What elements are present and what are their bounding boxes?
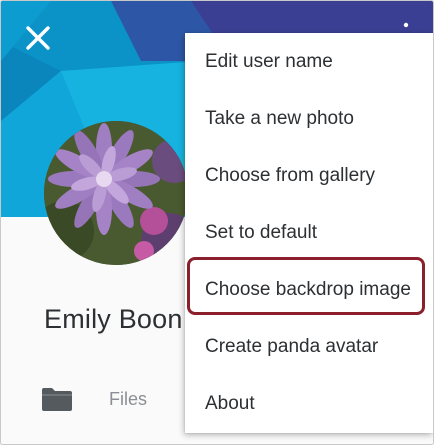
menu-item-choose-backdrop-image[interactable]: Choose backdrop image — [185, 261, 433, 318]
files-label: Files — [109, 388, 148, 409]
menu-item-about[interactable]: About — [185, 375, 433, 432]
avatar[interactable] — [44, 121, 188, 265]
menu-item-take-new-photo[interactable]: Take a new photo — [185, 90, 433, 147]
user-name: Emily Boon — [44, 304, 183, 334]
menu-item-edit-user-name[interactable]: Edit user name — [185, 33, 433, 90]
profile-screen: Emily Boon Files Edit user name Take a n… — [0, 0, 434, 445]
close-button[interactable] — [15, 15, 61, 61]
menu-item-set-to-default[interactable]: Set to default — [185, 204, 433, 261]
folder-icon — [42, 388, 72, 411]
menu-item-choose-from-gallery[interactable]: Choose from gallery — [185, 147, 433, 204]
menu-item-create-panda-avatar[interactable]: Create panda avatar — [185, 318, 433, 375]
avatar-image — [44, 121, 188, 265]
overflow-menu: Edit user name Take a new photo Choose f… — [185, 33, 433, 433]
close-icon — [26, 26, 50, 50]
files-row[interactable]: Files — [41, 381, 147, 417]
